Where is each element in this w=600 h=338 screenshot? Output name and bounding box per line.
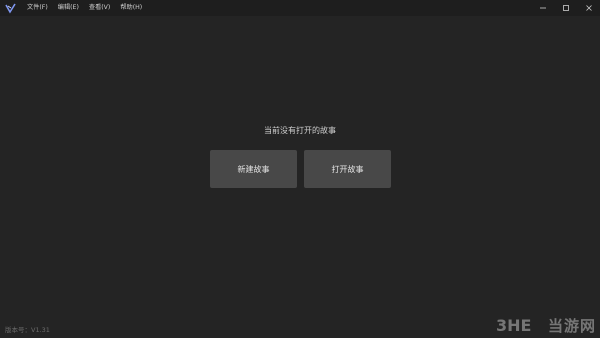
- watermark-logo-text: 3HE: [496, 316, 531, 334]
- watermark-logo-icon: 3HE: [496, 316, 531, 334]
- story-actions: 新建故事 打开故事: [210, 150, 391, 188]
- title-bar: 文件(F) 编辑(E) 查看(V) 帮助(H): [0, 0, 600, 16]
- menu-bar: 文件(F) 编辑(E) 查看(V) 帮助(H): [22, 0, 147, 16]
- maximize-icon: [562, 5, 569, 11]
- menu-help[interactable]: 帮助(H): [115, 0, 147, 16]
- window-controls: [531, 0, 600, 16]
- app-window: 文件(F) 编辑(E) 查看(V) 帮助(H) 当前没有打开的故事 新建故事 打…: [0, 0, 600, 338]
- maximize-button[interactable]: [554, 0, 577, 16]
- watermark: 3HE 当游网: [496, 315, 596, 335]
- no-story-message: 当前没有打开的故事: [264, 126, 336, 135]
- minimize-icon: [539, 7, 546, 9]
- new-story-button[interactable]: 新建故事: [210, 150, 297, 188]
- watermark-text: 当游网: [547, 316, 596, 335]
- open-story-button[interactable]: 打开故事: [304, 150, 391, 188]
- close-button[interactable]: [577, 0, 600, 16]
- menu-edit[interactable]: 编辑(E): [53, 0, 84, 16]
- app-logo-icon: [2, 0, 18, 16]
- version-label: 版本号：V1.31: [5, 326, 50, 334]
- close-icon: [585, 5, 592, 11]
- menu-file[interactable]: 文件(F): [22, 0, 53, 16]
- menu-view[interactable]: 查看(V): [84, 0, 115, 16]
- minimize-button[interactable]: [531, 0, 554, 16]
